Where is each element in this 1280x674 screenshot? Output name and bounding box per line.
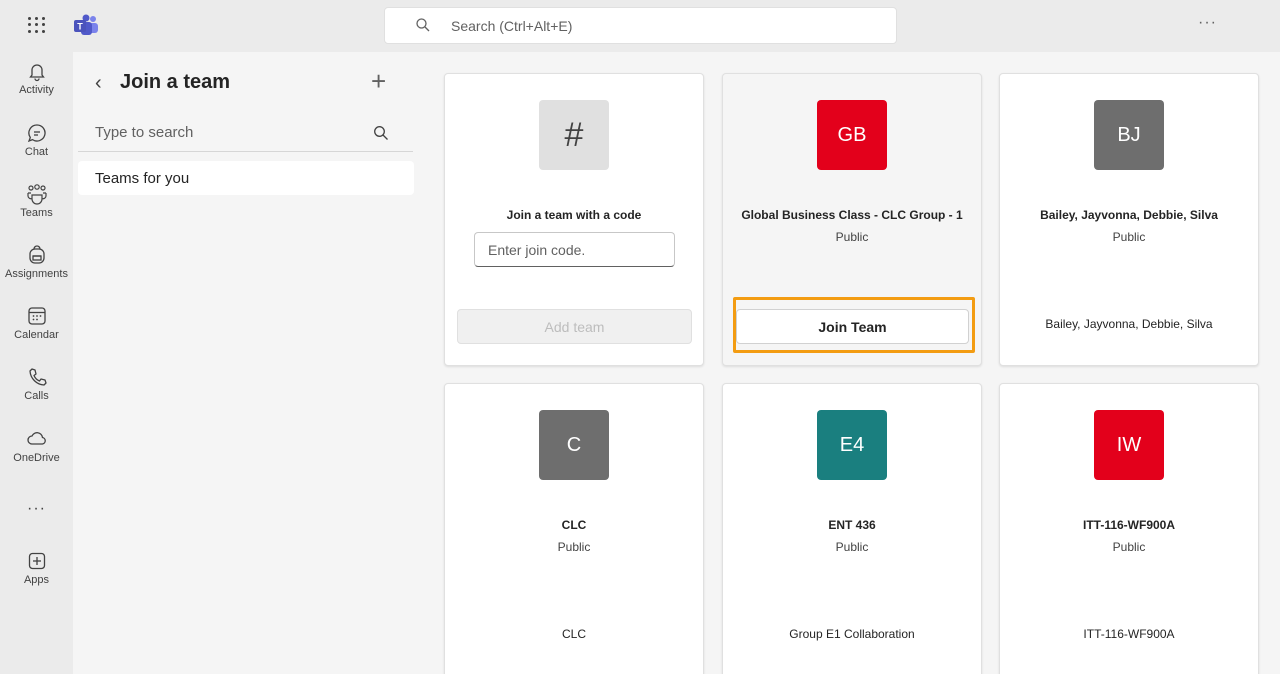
nav-item-teams-for-you[interactable]: Teams for you bbox=[78, 161, 414, 195]
rail-item-calendar[interactable]: Calendar bbox=[0, 305, 73, 341]
app-rail: Activity Chat Teams Assignments Calendar… bbox=[0, 52, 73, 674]
app-launcher-icon[interactable] bbox=[26, 15, 46, 35]
join-team-highlight bbox=[733, 297, 975, 353]
apps-icon bbox=[28, 552, 45, 570]
rail-label: Calendar bbox=[14, 329, 59, 341]
team-description: Group E1 Collaboration bbox=[789, 627, 915, 641]
team-privacy: Public bbox=[835, 540, 869, 554]
team-avatar: IW bbox=[1094, 410, 1164, 480]
calendar-icon bbox=[27, 307, 46, 325]
team-description: ITT-116-WF900A bbox=[1083, 627, 1175, 641]
teams-logo-icon: T bbox=[72, 14, 100, 38]
back-chevron-icon[interactable]: ‹ bbox=[95, 72, 102, 95]
more-icon: ··· bbox=[27, 500, 46, 517]
rail-label: Calls bbox=[24, 390, 49, 402]
join-team-pane: ‹ Join a team + Type to search Teams for… bbox=[73, 52, 423, 674]
search-icon bbox=[416, 18, 430, 32]
rail-label: Apps bbox=[23, 574, 50, 586]
team-search-input[interactable]: Type to search bbox=[95, 124, 193, 141]
team-description: CLC bbox=[561, 627, 586, 641]
rail-item-calls[interactable]: Calls bbox=[0, 366, 73, 402]
more-options-icon[interactable]: ··· bbox=[1198, 14, 1217, 32]
team-avatar: C bbox=[539, 410, 609, 480]
join-code-input[interactable] bbox=[474, 232, 675, 267]
bell-icon bbox=[28, 64, 45, 82]
team-privacy: Public bbox=[835, 230, 869, 244]
team-card[interactable]: BJ Bailey, Jayvonna, Debbie, Silva Publi… bbox=[999, 73, 1259, 366]
team-description: Bailey, Jayvonna, Debbie, Silva bbox=[1045, 317, 1213, 331]
rail-item-onedrive[interactable]: OneDrive bbox=[0, 428, 73, 464]
team-avatar: GB bbox=[817, 100, 887, 170]
card-title: Join a team with a code bbox=[506, 208, 642, 222]
rail-item-apps[interactable]: Apps bbox=[0, 550, 73, 586]
team-card[interactable]: C CLC Public CLC bbox=[444, 383, 704, 674]
rail-label: Teams bbox=[20, 207, 53, 219]
phone-icon bbox=[28, 368, 47, 386]
team-privacy: Public bbox=[1112, 540, 1146, 554]
rail-label: Activity bbox=[19, 84, 54, 96]
global-search-input[interactable]: Search (Ctrl+Alt+E) bbox=[384, 7, 897, 44]
team-name: Global Business Class - CLC Group - 1 bbox=[741, 208, 963, 222]
cloud-icon bbox=[26, 432, 46, 445]
hash-icon: # bbox=[539, 100, 609, 170]
backpack-icon bbox=[28, 245, 45, 264]
rail-label: Assignments bbox=[5, 268, 68, 280]
join-with-code-card: # Join a team with a code Add team bbox=[444, 73, 704, 366]
team-name: ENT 436 bbox=[828, 518, 876, 532]
search-placeholder: Search (Ctrl+Alt+E) bbox=[451, 18, 573, 34]
team-card[interactable]: E4 ENT 436 Public Group E1 Collaboration bbox=[722, 383, 982, 674]
team-name: CLC bbox=[561, 518, 587, 532]
team-avatar: E4 bbox=[817, 410, 887, 480]
rail-item-teams[interactable]: Teams bbox=[0, 183, 73, 219]
rail-item-assignments[interactable]: Assignments bbox=[0, 244, 73, 280]
rail-item-more[interactable]: ··· bbox=[0, 500, 73, 518]
teams-icon bbox=[26, 184, 47, 205]
team-name: ITT-116-WF900A bbox=[1082, 518, 1176, 532]
team-privacy: Public bbox=[557, 540, 591, 554]
chat-icon bbox=[27, 124, 46, 143]
svg-text:T: T bbox=[77, 22, 83, 32]
teams-grid: # Join a team with a code Add team GB Gl… bbox=[423, 52, 1280, 674]
nav-item-label: Teams for you bbox=[95, 170, 190, 187]
team-name: Bailey, Jayvonna, Debbie, Silva bbox=[1040, 208, 1218, 222]
team-avatar: BJ bbox=[1094, 100, 1164, 170]
top-bar: T Search (Ctrl+Alt+E) ··· bbox=[0, 0, 1280, 52]
divider bbox=[78, 151, 413, 152]
create-team-plus-icon[interactable]: + bbox=[371, 66, 386, 97]
rail-label: OneDrive bbox=[13, 452, 60, 464]
pane-title: Join a team bbox=[120, 71, 231, 93]
search-icon[interactable] bbox=[373, 125, 389, 141]
rail-label: Chat bbox=[24, 146, 49, 158]
rail-item-activity[interactable]: Activity bbox=[0, 60, 73, 96]
team-privacy: Public bbox=[1112, 230, 1146, 244]
add-team-button[interactable]: Add team bbox=[457, 309, 692, 344]
rail-item-chat[interactable]: Chat bbox=[0, 122, 73, 158]
team-card[interactable]: IW ITT-116-WF900A Public ITT-116-WF900A bbox=[999, 383, 1259, 674]
